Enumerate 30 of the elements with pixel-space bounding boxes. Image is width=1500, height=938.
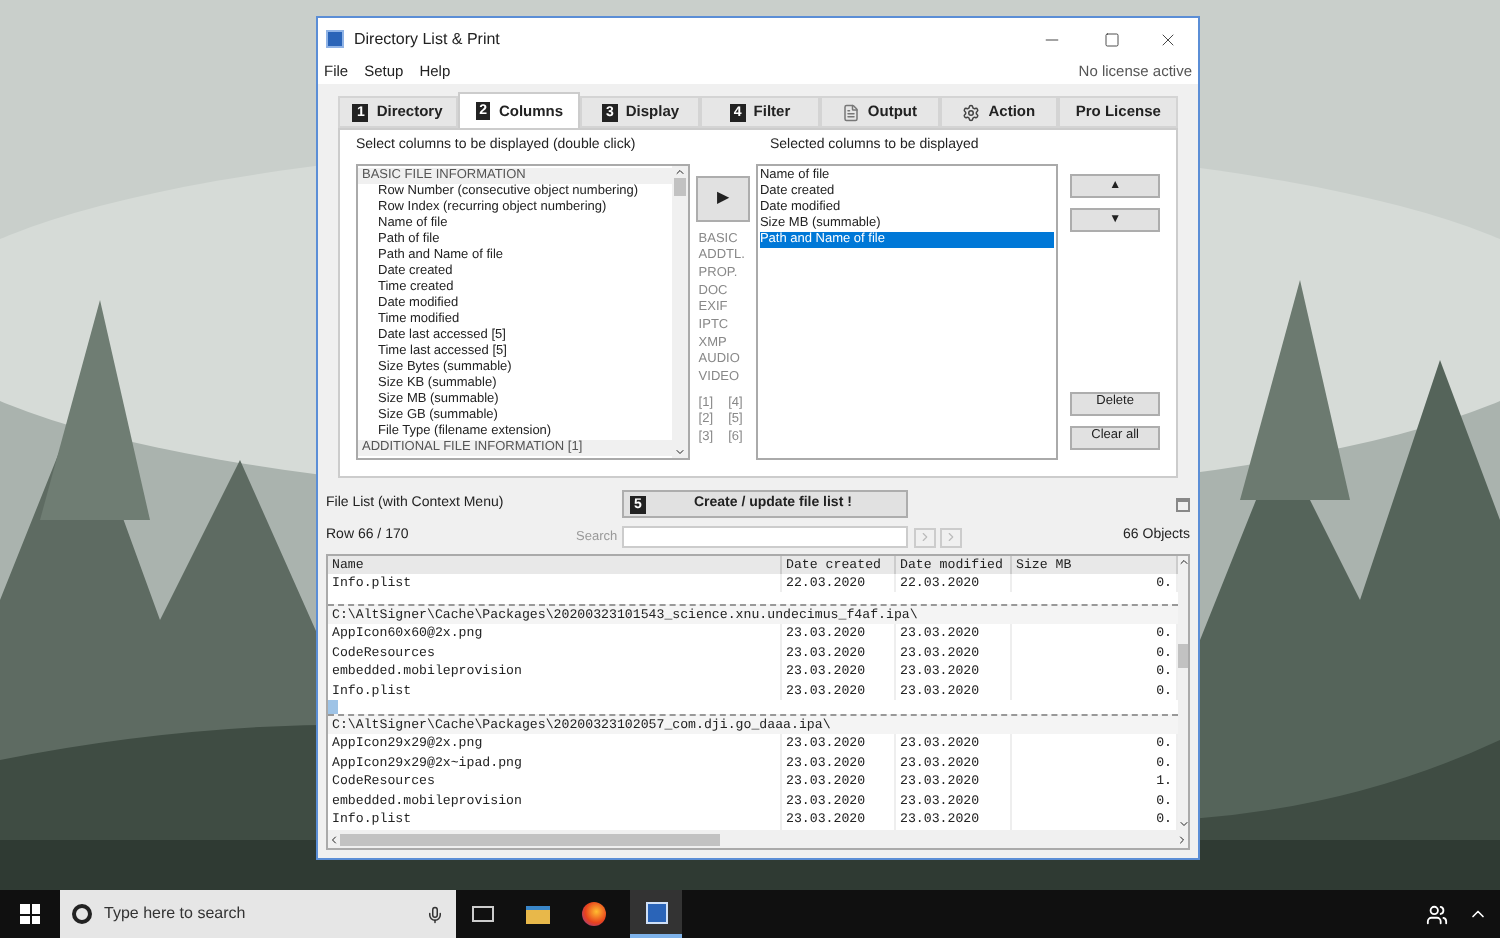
- scroll-thumb[interactable]: [1178, 643, 1188, 667]
- scroll-up-icon[interactable]: [674, 165, 687, 177]
- search-field[interactable]: Type here to search: [104, 902, 414, 926]
- add-column-button[interactable]: ▶: [696, 175, 751, 221]
- scroll-thumb[interactable]: [674, 177, 687, 195]
- app-taskbar-icon[interactable]: [630, 890, 682, 938]
- folder-icon[interactable]: [526, 905, 550, 923]
- scroll-down-icon[interactable]: [674, 445, 687, 457]
- people-icon[interactable]: [1426, 903, 1448, 925]
- scroll-up-icon[interactable]: [1178, 555, 1188, 567]
- scrollbar[interactable]: [672, 165, 689, 457]
- window-title: Directory List & Print: [354, 27, 500, 51]
- scroll-thumb[interactable]: [340, 833, 720, 845]
- app-logo-icon: [326, 30, 344, 48]
- browser-icon[interactable]: [582, 902, 606, 926]
- microphone-icon[interactable]: [426, 905, 444, 923]
- tree-view-icon[interactable]: [1176, 497, 1190, 511]
- scroll-right-icon[interactable]: [1176, 833, 1188, 845]
- scroll-down-icon[interactable]: [1178, 818, 1188, 830]
- document-icon: [841, 103, 860, 121]
- cortana-icon: [72, 904, 92, 924]
- task-view-icon[interactable]: [472, 906, 494, 922]
- close-icon[interactable]: [1158, 29, 1178, 49]
- search-field[interactable]: [622, 526, 908, 548]
- horizontal-scrollbar[interactable]: [328, 830, 1188, 848]
- taskbar-search-field[interactable]: Type here to search: [60, 890, 456, 938]
- vertical-scrollbar[interactable]: [1178, 555, 1188, 830]
- scroll-left-icon[interactable]: [328, 833, 340, 845]
- gear-icon: [962, 103, 981, 121]
- maximize-icon[interactable]: [1104, 31, 1120, 47]
